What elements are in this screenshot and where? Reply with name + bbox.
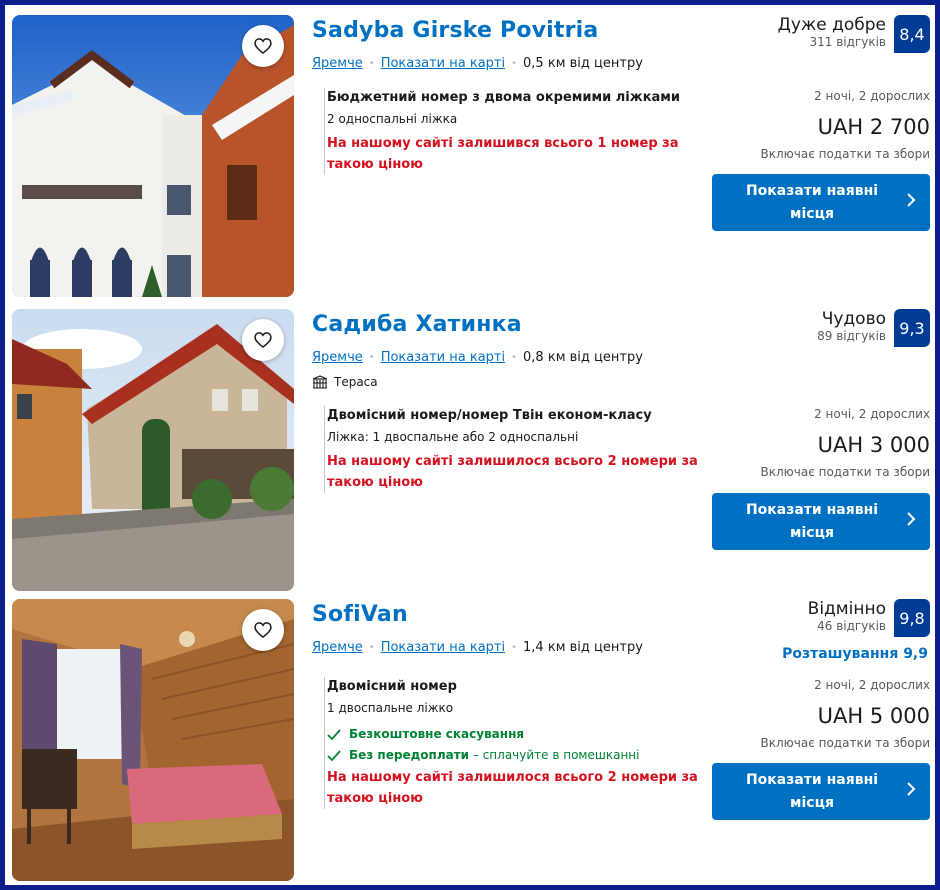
price: UAH 5 000 [817, 704, 930, 728]
rating-word: Дуже добре [777, 15, 886, 35]
button-label: Показати наявні місця [745, 182, 879, 222]
scarcity-message: На нашому сайті залишилося всього 2 номе… [327, 770, 698, 806]
city-link[interactable]: Яремче [312, 56, 363, 71]
review-score[interactable]: Чудово 89 відгуків 9,3 [817, 309, 930, 347]
property-photo[interactable] [12, 309, 294, 591]
checkmark-icon [327, 749, 341, 761]
amenity-label: Тераса [334, 375, 378, 389]
heart-outline-icon [254, 622, 272, 639]
location-line: Яремче • Показати на карті • 1,4 км від … [312, 640, 643, 655]
room-beds: 2 односпальні ліжка [327, 112, 458, 126]
taxes-note: Включає податки та збори [760, 736, 930, 750]
feature-free-cancellation: Безкоштовне скасування [327, 724, 702, 745]
property-card[interactable]: SofiVan Яремче • Показати на карті • 1,4… [12, 599, 930, 881]
room-details: Бюджетний номер з двома окремими ліжками… [324, 88, 702, 175]
heart-outline-icon [254, 332, 272, 349]
location-score: Розташування 9,9 [782, 646, 928, 662]
show-on-map-link[interactable]: Показати на карті [381, 350, 505, 365]
chevron-right-icon [907, 512, 916, 526]
distance-from-center: 0,5 км від центру [523, 56, 643, 71]
checkmark-icon [327, 728, 341, 740]
room-title: Бюджетний номер з двома окремими ліжками [327, 90, 681, 105]
favorite-button[interactable] [242, 25, 284, 67]
room-details: Двомісний номер/номер Твін економ-класу … [324, 406, 702, 493]
stay-info: 2 ночі, 2 дорослих [814, 678, 930, 692]
price-block: 2 ночі, 2 дорослих UAH 3 000 Включає под… [690, 406, 930, 480]
city-link[interactable]: Яремче [312, 350, 363, 365]
rating-word: Відмінно [807, 599, 886, 619]
room-beds: Ліжка: 1 двоспальне або 2 односпальні [327, 430, 579, 444]
button-label: Показати наявні місця [745, 771, 879, 811]
show-availability-button[interactable]: Показати наявні місця [712, 174, 930, 231]
favorite-button[interactable] [242, 609, 284, 651]
favorite-button[interactable] [242, 319, 284, 361]
property-title[interactable]: Садиба Хатинка [312, 312, 522, 337]
review-count: 89 відгуків [817, 329, 886, 343]
price-block: 2 ночі, 2 дорослих UAH 5 000 Включає под… [690, 677, 930, 751]
review-score[interactable]: Відмінно 46 відгуків 9,8 [808, 599, 930, 637]
location-line: Яремче • Показати на карті • 0,5 км від … [312, 56, 643, 71]
review-count: 46 відгуків [817, 619, 886, 633]
price: UAH 3 000 [817, 433, 930, 457]
distance-from-center: 0,8 км від центру [523, 350, 643, 365]
taxes-note: Включає податки та збори [760, 147, 930, 161]
score-badge: 9,3 [894, 309, 930, 347]
property-title[interactable]: SofiVan [312, 602, 408, 627]
score-badge: 9,8 [894, 599, 930, 637]
chevron-right-icon [907, 782, 916, 796]
room-title: Двомісний номер [327, 679, 457, 694]
score-badge: 8,4 [894, 15, 930, 53]
location-line: Яремче • Показати на карті • 0,8 км від … [312, 350, 643, 365]
heart-outline-icon [254, 38, 272, 55]
property-card[interactable]: Sadyba Girske Povitria Яремче • Показати… [12, 15, 930, 297]
room-details: Двомісний номер 1 двоспальне ліжко Безко… [324, 677, 702, 809]
terrace-icon [312, 375, 328, 389]
property-title[interactable]: Sadyba Girske Povitria [312, 18, 598, 43]
feature-label: Без передоплати [349, 748, 470, 762]
scarcity-message: На нашому сайті залишилося всього 2 номе… [327, 454, 698, 490]
taxes-note: Включає податки та збори [760, 465, 930, 479]
distance-from-center: 1,4 км від центру [523, 640, 643, 655]
button-label: Показати наявні місця [745, 501, 879, 541]
city-link[interactable]: Яремче [312, 640, 363, 655]
stay-info: 2 ночі, 2 дорослих [814, 89, 930, 103]
room-beds: 1 двоспальне ліжко [327, 701, 454, 715]
review-count: 311 відгуків [809, 35, 886, 49]
rating-word: Чудово [821, 309, 886, 329]
room-title: Двомісний номер/номер Твін економ-класу [327, 408, 652, 423]
show-on-map-link[interactable]: Показати на карті [381, 640, 505, 655]
property-photo[interactable] [12, 599, 294, 881]
price-block: 2 ночі, 2 дорослих UAH 2 700 Включає под… [690, 88, 930, 162]
price: UAH 2 700 [817, 115, 930, 139]
amenity-terrace: Тераса [312, 375, 378, 389]
feature-label: Безкоштовне скасування [349, 727, 525, 741]
property-card[interactable]: Садиба Хатинка Яремче • Показати на карт… [12, 309, 930, 591]
show-availability-button[interactable]: Показати наявні місця [712, 493, 930, 550]
scarcity-message: На нашому сайті залишився всього 1 номер… [327, 136, 679, 172]
feature-no-prepayment: Без передоплати – сплачуйте в помешканні [327, 745, 702, 766]
stay-info: 2 ночі, 2 дорослих [814, 407, 930, 421]
chevron-right-icon [907, 193, 916, 207]
show-on-map-link[interactable]: Показати на карті [381, 56, 505, 71]
property-photo[interactable] [12, 15, 294, 297]
show-availability-button[interactable]: Показати наявні місця [712, 763, 930, 820]
review-score[interactable]: Дуже добре 311 відгуків 8,4 [778, 15, 930, 53]
feature-sublabel: – сплачуйте в помешканні [469, 748, 640, 762]
